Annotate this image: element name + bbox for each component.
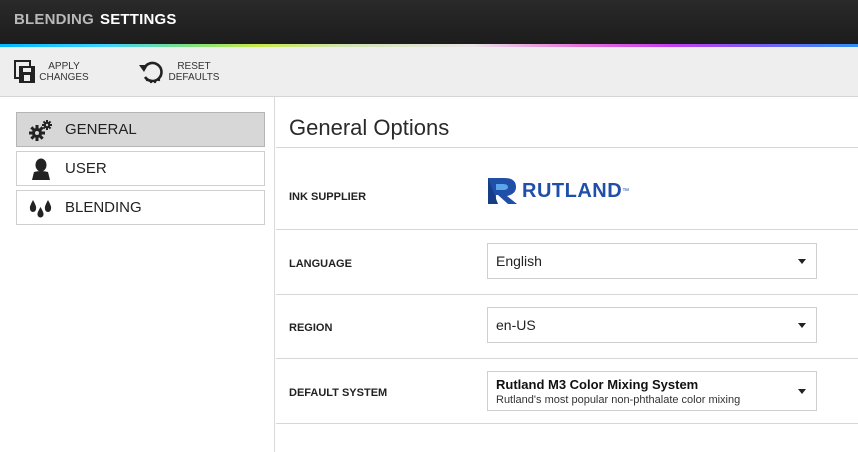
default-system-title: Rutland M3 Color Mixing System [496, 377, 699, 392]
toolbar: APPLY CHANGES RESET DEFAULTS [0, 47, 858, 97]
apply-changes-label: APPLY CHANGES [39, 61, 89, 83]
region-value: en-US [496, 317, 536, 333]
default-system-select[interactable]: Rutland M3 Color Mixing System Rutland's… [487, 371, 817, 411]
tab-settings[interactable]: SETTINGS [100, 11, 177, 28]
divider [276, 294, 858, 295]
divider [276, 423, 858, 424]
chevron-down-icon [798, 259, 806, 264]
trademark-mark: ™ [622, 187, 630, 195]
reset-icon [138, 59, 166, 85]
apply-changes-button[interactable]: APPLY CHANGES [14, 55, 92, 89]
default-system-subtitle: Rutland's most popular non-phthalate col… [496, 394, 741, 406]
language-value: English [496, 253, 542, 269]
language-label: LANGUAGE [289, 258, 352, 270]
sidebar-item-blending[interactable]: BLENDING [16, 190, 265, 225]
sidebar-item-general[interactable]: GENERAL [16, 112, 265, 147]
rutland-logo-text: RUTLAND [522, 179, 623, 202]
sidebar-item-label: GENERAL [65, 121, 137, 138]
divider [276, 358, 858, 359]
sidebar-item-label: USER [65, 160, 107, 177]
default-system-label: DEFAULT SYSTEM [289, 387, 388, 399]
settings-sidebar: GENERAL USER BLENDING [0, 97, 275, 452]
sidebar-item-label: BLENDING [65, 199, 142, 216]
general-options-panel: General Options INK SUPPLIER RUTLAND ™ LA… [276, 97, 858, 452]
divider [276, 147, 858, 148]
save-icon [14, 60, 36, 84]
reset-defaults-label: RESET DEFAULTS [168, 61, 220, 83]
page-title: General Options [289, 115, 450, 140]
language-select[interactable]: English [487, 243, 817, 279]
drops-icon [17, 191, 65, 224]
divider [276, 229, 858, 230]
chevron-down-icon [798, 389, 806, 394]
rutland-logo: RUTLAND ™ [486, 173, 629, 209]
region-select[interactable]: en-US [487, 307, 817, 343]
region-label: REGION [289, 322, 333, 334]
top-nav: BLENDING SETTINGS [0, 0, 858, 44]
gears-icon [17, 113, 65, 146]
sidebar-item-user[interactable]: USER [16, 151, 265, 186]
ink-supplier-label: INK SUPPLIER [289, 191, 367, 203]
user-icon [17, 152, 65, 185]
rutland-logo-mark-icon [488, 178, 517, 204]
chevron-down-icon [798, 323, 806, 328]
reset-defaults-button[interactable]: RESET DEFAULTS [138, 55, 222, 89]
tab-blending[interactable]: BLENDING [14, 11, 94, 28]
